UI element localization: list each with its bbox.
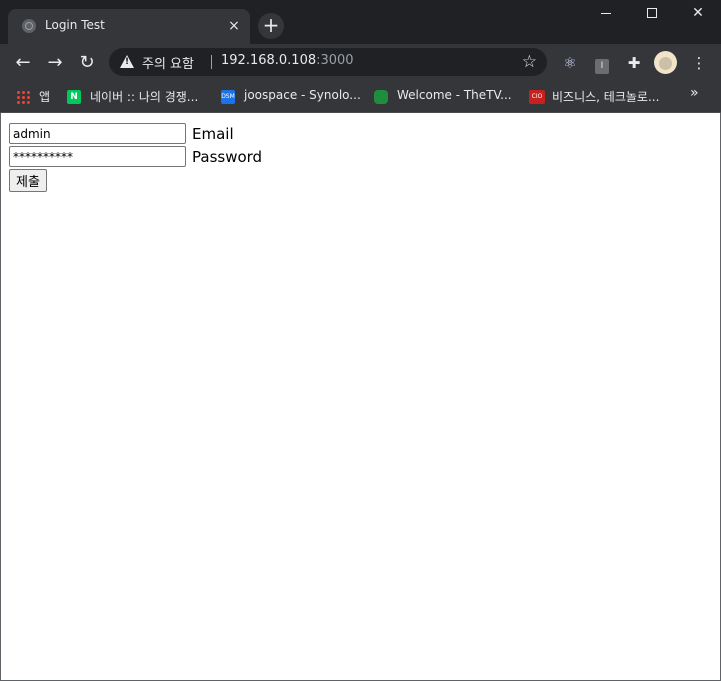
- url-host: 192.168.0.108: [221, 53, 317, 68]
- page-content: Email Password 제출: [0, 113, 721, 681]
- bookmark-label: 앱: [39, 90, 51, 104]
- cio-icon: CIO: [529, 90, 545, 104]
- bookmarks-bar: 앱 N 네이버 :: 나의 경쟁... DSM joospace - Synol…: [0, 81, 721, 113]
- tab-login-test[interactable]: Login Test ×: [8, 9, 250, 44]
- address-bar[interactable]: 주의 요함 192.168.0.108:3000 ☆: [109, 48, 547, 76]
- bookmark-label: joospace - Synolo...: [244, 88, 361, 102]
- minimize-icon: [601, 12, 611, 14]
- maximize-button[interactable]: [629, 0, 675, 28]
- email-field[interactable]: [9, 123, 186, 144]
- bookmark-star-icon[interactable]: ☆: [522, 52, 537, 72]
- email-row: Email: [9, 122, 262, 145]
- bookmarks-overflow-icon[interactable]: »: [690, 85, 699, 105]
- forward-button[interactable]: →: [41, 49, 69, 77]
- bookmark-label: Welcome - TheTV...: [397, 88, 512, 102]
- warning-icon[interactable]: [120, 55, 134, 68]
- browser-chrome: Login Test × + ✕ ← → ↻ 주의 요함 192.168.0.1…: [0, 0, 721, 113]
- bookmark-label: 네이버 :: 나의 경쟁...: [90, 90, 199, 104]
- login-form: Email Password 제출: [9, 122, 262, 192]
- apps-grid-icon: [16, 90, 30, 104]
- password-row: Password: [9, 145, 262, 168]
- extension-box-icon: I: [595, 59, 609, 74]
- url-text[interactable]: 192.168.0.108:3000: [221, 53, 354, 68]
- minimize-button[interactable]: [583, 0, 629, 28]
- bookmark-label: 비즈니스, 테크놀로...: [552, 90, 660, 104]
- password-field[interactable]: [9, 146, 186, 167]
- password-label: Password: [192, 147, 263, 166]
- dsm-icon: DSM: [221, 90, 235, 104]
- email-label: Email: [192, 124, 234, 143]
- security-warning-text[interactable]: 주의 요함: [142, 53, 194, 72]
- back-button[interactable]: ←: [9, 49, 37, 77]
- close-tab-icon[interactable]: ×: [226, 18, 242, 34]
- globe-icon: [22, 19, 36, 33]
- url-port: :3000: [316, 53, 354, 68]
- reload-button[interactable]: ↻: [73, 49, 101, 77]
- react-devtools-icon[interactable]: ⚛: [557, 50, 583, 76]
- browser-toolbar: ← → ↻ 주의 요함 192.168.0.108:3000 ☆ ⚛ I ✚ ⋮: [0, 44, 721, 81]
- naver-icon: N: [67, 90, 81, 104]
- tab-strip: Login Test × + ✕: [0, 0, 721, 44]
- browser-menu-icon[interactable]: ⋮: [686, 50, 712, 76]
- tab-title: Login Test: [45, 18, 105, 32]
- extension-button[interactable]: I: [589, 50, 615, 76]
- extensions-puzzle-icon[interactable]: ✚: [621, 50, 647, 76]
- new-tab-button[interactable]: +: [258, 13, 284, 39]
- submit-button[interactable]: 제출: [9, 169, 47, 192]
- close-window-button[interactable]: ✕: [675, 0, 721, 28]
- profile-avatar[interactable]: [654, 51, 677, 74]
- omnibox-separator: [211, 55, 212, 69]
- tvdb-icon: [374, 90, 388, 104]
- maximize-icon: [647, 8, 657, 18]
